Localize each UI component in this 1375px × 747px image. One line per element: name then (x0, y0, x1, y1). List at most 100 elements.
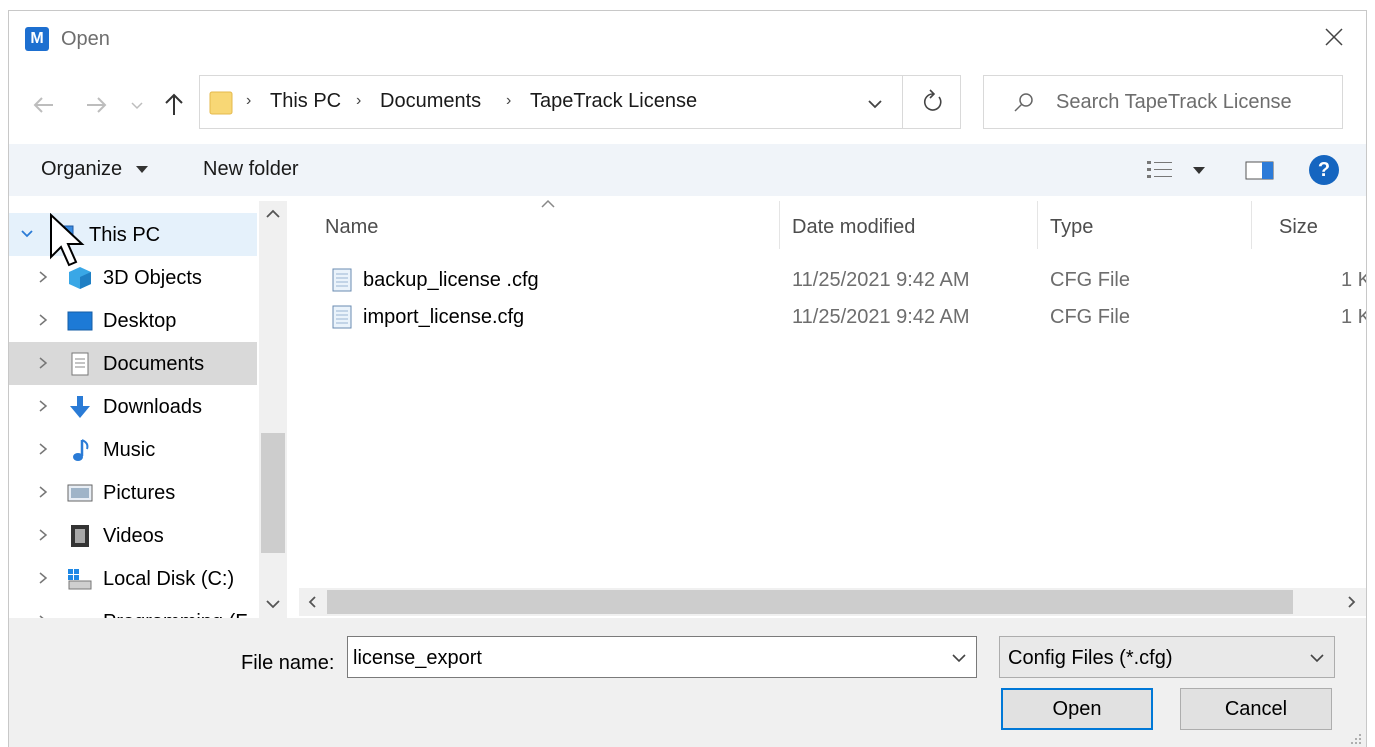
up-arrow-icon (165, 93, 183, 115)
nav-item-label: This PC (89, 224, 161, 246)
preview-pane-icon (1245, 161, 1274, 180)
refresh-button[interactable] (902, 75, 962, 129)
column-header-date[interactable]: Date modified (792, 216, 915, 239)
chevron-right-icon (39, 314, 48, 326)
forward-arrow-icon (87, 97, 107, 113)
chevron-down-icon (131, 102, 143, 110)
cfg-file-icon (332, 268, 352, 292)
refresh-icon (923, 89, 942, 111)
organize-button[interactable]: Organize (41, 158, 150, 181)
chevron-right-icon (39, 572, 48, 584)
file-name: backup_license .cfg (363, 269, 539, 291)
chevron-right-icon (39, 529, 48, 541)
address-dropdown-button[interactable] (862, 90, 888, 116)
cfg-file-icon (332, 305, 352, 329)
column-header-size[interactable]: Size (1279, 216, 1318, 239)
help-button[interactable]: ? (1309, 155, 1339, 185)
search-icon (1014, 93, 1033, 112)
recent-locations-button[interactable] (129, 91, 145, 119)
file-list: Name Date modified Type Size backup_lice… (299, 199, 1366, 601)
nav-item-pictures[interactable]: Pictures (9, 471, 257, 514)
column-divider (1251, 201, 1252, 249)
breadcrumb-tapetrack-license[interactable]: TapeTrack License (530, 90, 697, 113)
file-date: 11/25/2021 9:42 AM (792, 306, 970, 328)
address-bar[interactable]: › This PC › Documents › TapeTrack Licens… (199, 75, 961, 129)
desktop-icon (67, 311, 93, 331)
search-placeholder: Search TapeTrack License (1056, 91, 1292, 113)
close-icon (1325, 28, 1343, 46)
downloads-icon (70, 396, 90, 418)
chevron-down-icon[interactable] (950, 649, 968, 667)
file-row[interactable]: backup_license .cfg 11/25/2021 9:42 AM C… (327, 263, 1366, 299)
nav-item-downloads[interactable]: Downloads (9, 385, 257, 428)
nav-item-3d-objects[interactable]: 3D Objects (9, 256, 257, 299)
cancel-button[interactable]: Cancel (1180, 688, 1332, 730)
nav-item-videos[interactable]: Videos (9, 514, 257, 557)
nav-item-documents[interactable]: Documents (9, 342, 257, 385)
breadcrumb-this-pc[interactable]: This PC (270, 90, 341, 113)
app-icon: M (25, 27, 49, 51)
videos-icon (71, 525, 89, 547)
file-type-filter-value: Config Files (*.cfg) (1008, 647, 1173, 669)
nav-scrollbar[interactable] (259, 201, 287, 621)
nav-item-label: Pictures (103, 482, 176, 504)
nav-item-label: Music (103, 439, 156, 461)
file-name: import_license.cfg (363, 306, 525, 328)
column-divider (779, 201, 780, 249)
file-date: 11/25/2021 9:42 AM (792, 269, 970, 291)
column-divider (1037, 201, 1038, 249)
scroll-down-icon[interactable] (263, 597, 283, 611)
details-view-icon (1147, 161, 1205, 178)
chevron-down-icon (1310, 654, 1324, 663)
nav-item-label: 3D Objects (103, 267, 202, 289)
breadcrumb-separator: › (246, 92, 252, 109)
file-size: 1 K (1341, 269, 1366, 291)
nav-item-music[interactable]: Music (9, 428, 257, 471)
breadcrumb-documents[interactable]: Documents (380, 90, 481, 113)
search-box[interactable]: Search TapeTrack License (983, 75, 1343, 129)
nav-item-this-pc[interactable]: This PC (9, 213, 257, 256)
file-list-scrollbar-thumb[interactable] (327, 590, 1293, 614)
close-button[interactable] (1320, 23, 1348, 51)
column-header-type[interactable]: Type (1050, 216, 1093, 239)
scroll-up-icon[interactable] (263, 207, 283, 221)
file-name-input[interactable]: license_export (347, 636, 977, 678)
nav-item-label: Downloads (103, 396, 202, 418)
nav-item-local-disk[interactable]: Local Disk (C:) (9, 557, 257, 600)
title-bar: M Open (9, 11, 1366, 67)
open-button[interactable]: Open (1001, 688, 1153, 730)
new-folder-button[interactable]: New folder (203, 158, 299, 181)
chevron-right-icon (39, 486, 48, 498)
up-button[interactable] (161, 91, 187, 119)
file-list-scrollbar[interactable] (299, 588, 1366, 616)
open-dialog: M Open › This PC › Documents › TapeTrack… (8, 10, 1367, 747)
breadcrumb-separator: › (506, 92, 512, 109)
nav-item-desktop[interactable]: Desktop (9, 299, 257, 342)
file-name-value: license_export (353, 647, 482, 669)
nav-item-label: Desktop (103, 310, 177, 332)
change-view-button[interactable] (1145, 158, 1213, 182)
file-type-filter[interactable]: Config Files (*.cfg) (999, 636, 1335, 678)
resize-grip-icon[interactable] (1349, 732, 1363, 746)
file-type: CFG File (1050, 306, 1130, 328)
back-arrow-icon (33, 97, 53, 113)
scroll-right-icon[interactable] (1343, 594, 1359, 610)
window-title: Open (61, 28, 110, 50)
folder-icon (209, 91, 233, 115)
file-row[interactable]: import_license.cfg 11/25/2021 9:42 AM CF… (327, 300, 1366, 336)
forward-button[interactable] (83, 91, 109, 119)
bottom-panel: File name: license_export Config Files (… (9, 618, 1366, 747)
back-button[interactable] (31, 91, 57, 119)
preview-pane-button[interactable] (1245, 159, 1275, 181)
file-name-label: File name: (241, 652, 335, 674)
chevron-down-icon (868, 100, 882, 109)
chevron-right-icon (39, 357, 48, 369)
documents-icon (71, 352, 89, 376)
mouse-cursor-icon (50, 213, 85, 267)
column-header-name[interactable]: Name (325, 216, 378, 239)
nav-scrollbar-thumb[interactable] (261, 433, 285, 553)
pictures-icon (67, 484, 93, 502)
scroll-left-icon[interactable] (305, 594, 321, 610)
command-toolbar: Organize New folder ? (9, 144, 1366, 196)
sort-ascending-icon (541, 199, 555, 208)
